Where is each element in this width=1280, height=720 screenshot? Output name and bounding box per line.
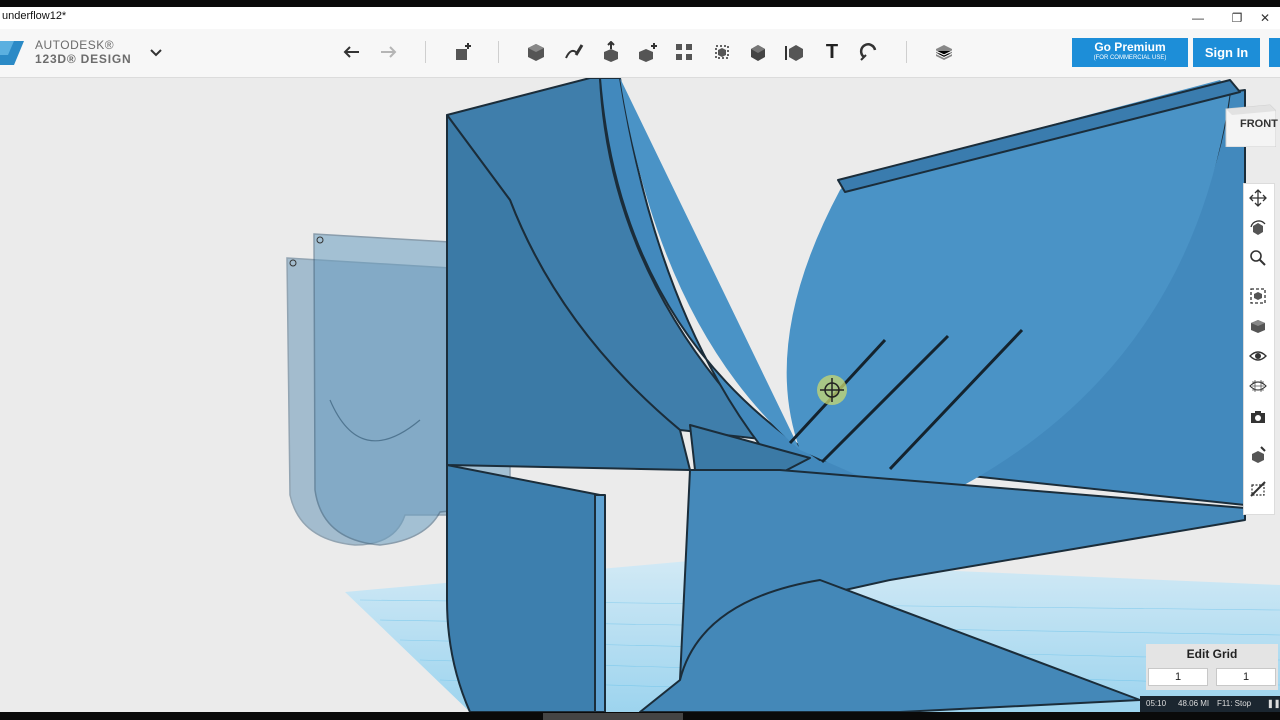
toolbar-divider <box>498 41 499 63</box>
text-icon[interactable]: T <box>818 39 846 65</box>
premium-sublabel: (FOR COMMERCIAL USE) <box>1093 55 1167 61</box>
material-display-icon[interactable] <box>1247 375 1269 397</box>
window-title-bar: underflow12* — ❐ ✕ <box>0 7 1280 29</box>
snap-grid-icon[interactable] <box>1247 444 1269 466</box>
grid-x-field[interactable]: 1 <box>1148 668 1208 686</box>
primitives-icon[interactable] <box>522 39 550 65</box>
toolbar-divider <box>906 41 907 63</box>
toolbar-divider <box>425 41 426 63</box>
undo-icon[interactable] <box>338 39 366 65</box>
recorder-status-bar: 05:10 48.06 MI F11: Stop ❚❚ <box>1140 696 1280 712</box>
edit-grid-panel: Edit Grid 1 1 <box>1146 644 1278 690</box>
measure-icon[interactable] <box>781 39 809 65</box>
construct-icon[interactable] <box>597 39 625 65</box>
visibility-icon[interactable] <box>1247 345 1269 367</box>
screen-top-bar <box>0 0 1280 7</box>
grid-y-field[interactable]: 1 <box>1216 668 1276 686</box>
transform-icon[interactable] <box>450 39 478 65</box>
views-icon[interactable] <box>1247 315 1269 337</box>
grouping-icon[interactable] <box>708 39 736 65</box>
sketch-icon[interactable] <box>560 39 588 65</box>
viewcube-front-label[interactable]: FRONT <box>1240 118 1278 130</box>
redo-icon[interactable] <box>374 39 402 65</box>
window-title: underflow12* <box>2 10 67 22</box>
go-premium-button[interactable]: Go Premium (FOR COMMERCIAL USE) <box>1072 38 1188 67</box>
fit-icon[interactable] <box>1247 285 1269 307</box>
horizontal-scrollbar[interactable] <box>543 713 683 720</box>
snap-icon[interactable] <box>855 39 883 65</box>
combine-icon[interactable] <box>744 39 772 65</box>
app-menu-chevron-down-icon[interactable] <box>148 45 164 59</box>
orbit-icon[interactable] <box>1247 217 1269 239</box>
modify-icon[interactable] <box>634 39 662 65</box>
status-recorder[interactable]: F11: Stop <box>1217 699 1251 708</box>
pattern-icon[interactable] <box>670 39 698 65</box>
zoom-icon[interactable] <box>1247 247 1269 269</box>
close-button[interactable]: ✕ <box>1250 9 1280 27</box>
edit-grid-button[interactable]: Edit Grid <box>1146 647 1278 661</box>
app-toolbar: AUTODESK® 123D® DESIGN T Go Premium (FOR… <box>0 29 1280 78</box>
3d-viewport[interactable] <box>0 78 1280 712</box>
material-icon[interactable] <box>930 39 958 65</box>
status-time: 05:10 <box>1146 699 1167 708</box>
screenshot-icon[interactable] <box>1247 406 1269 428</box>
maximize-button[interactable]: ❐ <box>1222 9 1252 27</box>
pan-cursor-icon <box>817 375 847 405</box>
status-size: 48.06 MI <box>1178 699 1210 708</box>
help-button[interactable] <box>1269 38 1280 67</box>
pause-icon[interactable]: ❚❚ <box>1267 699 1280 708</box>
premium-label: Go Premium <box>1094 40 1166 54</box>
logo-text-product: 123D® DESIGN <box>35 52 132 66</box>
pan-icon[interactable] <box>1247 187 1269 209</box>
sign-in-button[interactable]: Sign In <box>1193 38 1260 67</box>
3d-scene <box>286 78 1280 712</box>
text-tool-glyph: T <box>825 40 839 63</box>
hide-icon[interactable] <box>1247 478 1269 500</box>
minimize-button[interactable]: — <box>1183 9 1213 27</box>
logo-text-autodesk: AUTODESK® <box>35 38 115 52</box>
autodesk-logo-icon <box>0 41 24 65</box>
